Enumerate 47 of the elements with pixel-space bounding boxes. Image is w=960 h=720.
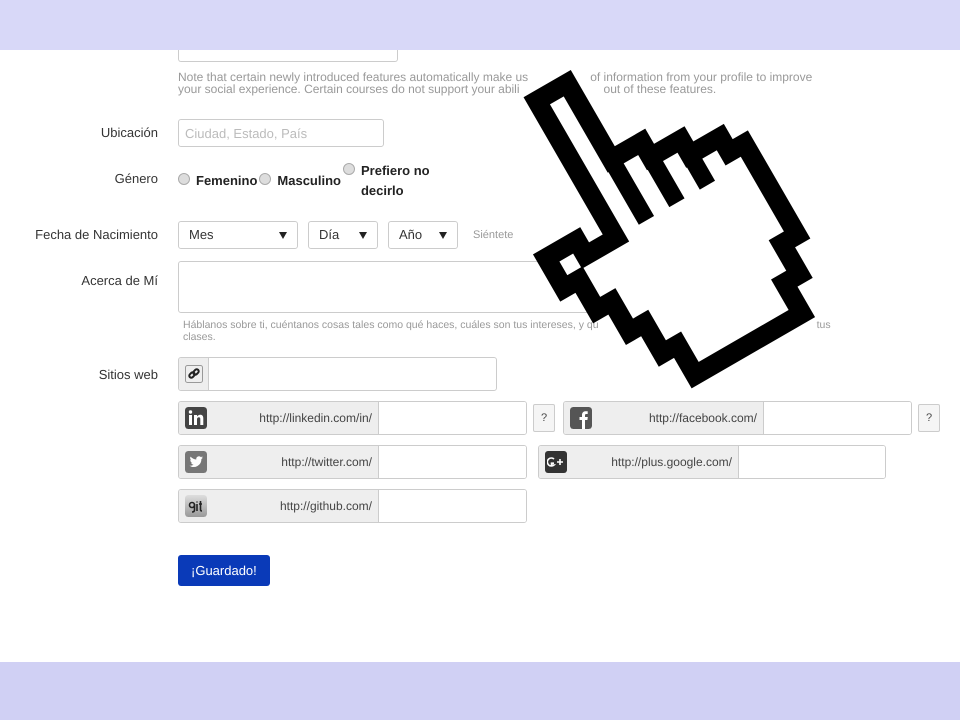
visibility-select[interactable] <box>178 50 398 62</box>
caret-icon <box>439 232 447 238</box>
url-prefix: http://twitter.com/ <box>281 454 372 471</box>
date-select[interactable]: Día <box>308 221 378 249</box>
field-label: Sitios web <box>98 367 158 382</box>
caret-icon <box>359 232 367 238</box>
note-text: out of these features. <box>604 83 716 95</box>
help-button[interactable]: ? <box>533 404 555 432</box>
hint-text: Siéntete <box>473 228 514 243</box>
save-button[interactable]: ¡Guardado! <box>178 555 270 586</box>
website-field[interactable] <box>178 357 497 391</box>
field-label: Género <box>114 171 158 186</box>
help-button[interactable]: ? <box>918 404 940 432</box>
facebook-icon <box>570 407 592 429</box>
radio-button[interactable] <box>342 163 355 175</box>
note-text: Note that certain newly introduced features automatically make us <box>178 71 528 83</box>
field-label: Ubicación <box>100 125 158 140</box>
radio-label: Masculino <box>277 172 342 190</box>
url-field[interactable]: http://facebook.com/ <box>563 401 912 435</box>
git-icon <box>185 495 207 517</box>
field-label: Acerca de Mí <box>81 273 158 288</box>
note-text: of information from your profile to improve <box>590 71 812 83</box>
hint-text: clases. <box>183 331 216 343</box>
google-plus-icon <box>545 451 567 473</box>
url-prefix: http://linkedin.com/in/ <box>259 410 372 427</box>
date-select[interactable]: Mes <box>178 221 298 249</box>
radio-label: Prefiero no decirlo <box>360 162 431 200</box>
radio-button[interactable] <box>178 173 190 185</box>
bird-icon <box>185 451 207 473</box>
hint-text: Háblanos sobre ti, cuéntanos cosas tales como qué haces, cuáles son tus intereses, y qu <box>183 319 599 331</box>
url-field[interactable]: http://twitter.com/ <box>178 445 527 479</box>
url-field[interactable]: http://linkedin.com/in/ <box>178 401 527 435</box>
url-field[interactable]: http://github.com/ <box>178 489 527 523</box>
url-prefix: http://plus.google.com/ <box>611 454 732 471</box>
note-text: your social experience. Certain courses do not support your abili <box>178 83 520 95</box>
link-icon <box>184 365 202 383</box>
hint-text: tus <box>816 319 831 331</box>
url-field[interactable]: http://plus.google.com/ <box>538 445 886 479</box>
date-select[interactable]: Año <box>388 221 458 249</box>
url-prefix: http://facebook.com/ <box>648 410 757 427</box>
radio-button[interactable] <box>259 173 272 185</box>
caret-icon <box>279 232 287 238</box>
field-label: Fecha de Nacimiento <box>35 227 158 242</box>
url-prefix: http://github.com/ <box>280 498 372 515</box>
linkedin-icon <box>185 407 207 429</box>
location-field[interactable]: Ciudad, Estado, País <box>178 119 384 147</box>
radio-label: Femenino <box>196 172 258 190</box>
